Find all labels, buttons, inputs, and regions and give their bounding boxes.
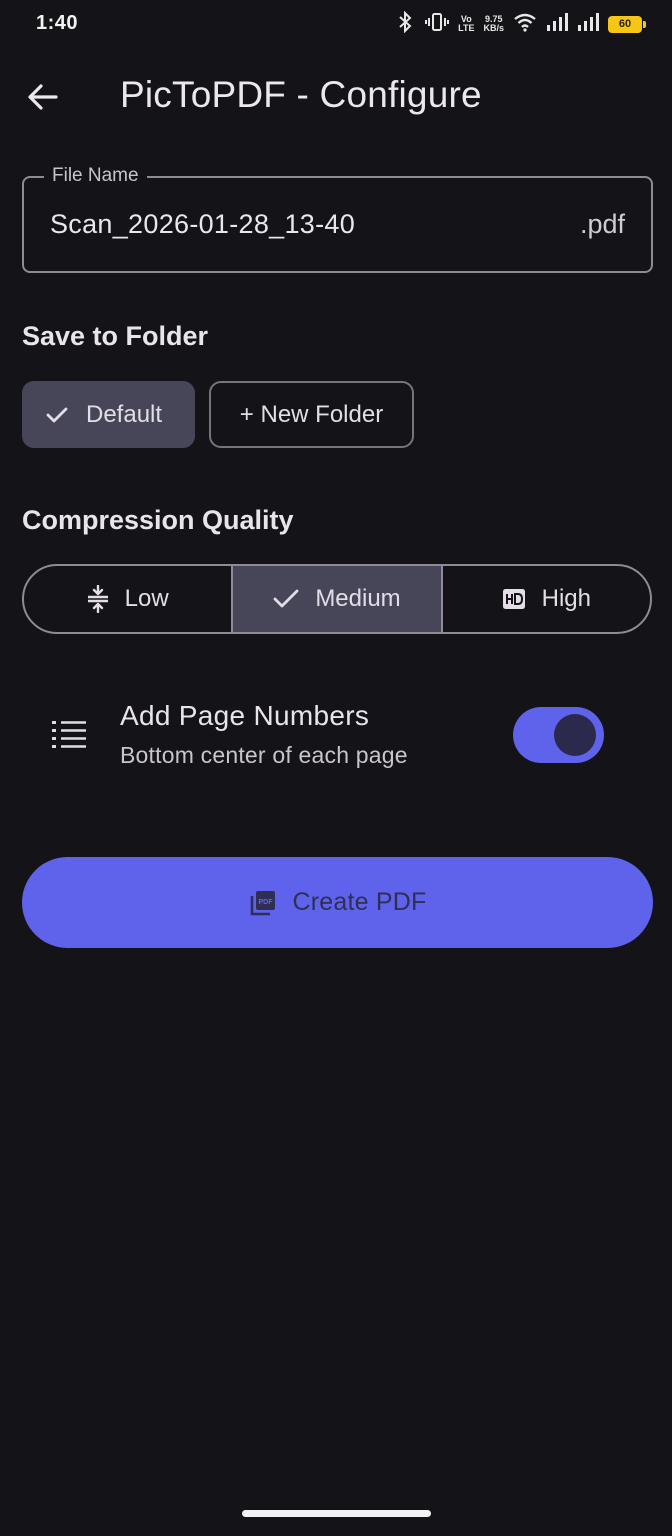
page-title: PicToPDF - Configure xyxy=(120,74,482,115)
battery-icon: 60 xyxy=(608,15,646,33)
vibrate-icon xyxy=(425,12,450,37)
wifi-icon xyxy=(513,12,537,37)
status-icons: Vo LTE 9.75 KB/s 60 xyxy=(396,10,646,38)
status-bar: 1:40 Vo LTE 9.75 KB/s 60 xyxy=(0,0,672,48)
page-numbers-toggle[interactable] xyxy=(513,707,604,763)
back-button[interactable] xyxy=(18,72,68,122)
page-numbers-subtitle: Bottom center of each page xyxy=(120,742,408,768)
compression-segmented-control: Low Medium High xyxy=(22,564,652,634)
compression-heading: Compression Quality xyxy=(22,505,294,535)
signal-icon xyxy=(546,12,568,36)
create-pdf-button[interactable]: PDF Create PDF xyxy=(22,857,653,948)
picture-as-pdf-icon: PDF xyxy=(250,890,275,915)
compression-option-medium[interactable]: Medium xyxy=(231,566,441,632)
arrow-back-icon xyxy=(28,84,58,110)
volte-icon: Vo LTE xyxy=(458,14,475,33)
folder-chip-label: Default xyxy=(86,400,163,428)
home-indicator[interactable] xyxy=(242,1510,431,1517)
compression-medium-label: Medium xyxy=(315,585,401,612)
app-bar: PicToPDF - Configure xyxy=(0,52,672,144)
compression-option-low[interactable]: Low xyxy=(24,566,231,632)
status-time: 1:40 xyxy=(36,12,79,34)
new-folder-label: + New Folder xyxy=(239,400,384,428)
compress-icon xyxy=(87,585,108,613)
bluetooth-icon xyxy=(396,10,416,38)
file-extension-suffix: .pdf xyxy=(579,209,625,239)
compression-option-high[interactable]: High xyxy=(440,566,650,632)
compression-high-label: High xyxy=(541,585,591,612)
check-icon xyxy=(273,589,299,608)
folder-chip-default[interactable]: Default xyxy=(22,381,195,448)
svg-text:PDF: PDF xyxy=(258,899,273,906)
hd-icon xyxy=(502,589,525,609)
save-folder-heading: Save to Folder xyxy=(22,321,209,351)
page-numbers-setting[interactable]: Add Page Numbers Bottom center of each p… xyxy=(0,690,672,790)
network-speed-unit: KB/s xyxy=(483,23,504,33)
toggle-knob xyxy=(554,714,596,756)
file-name-input[interactable]: Scan_2026-01-28_13-40 xyxy=(50,209,355,240)
network-speed: 9.75 KB/s xyxy=(483,15,504,33)
configure-screen: 1:40 Vo LTE 9.75 KB/s 60 PicToPDF - Conf… xyxy=(0,0,672,1536)
file-name-field[interactable]: File Name Scan_2026-01-28_13-40 .pdf xyxy=(22,165,653,273)
page-numbers-title: Add Page Numbers xyxy=(120,700,370,731)
check-icon xyxy=(46,407,68,422)
list-numbered-icon xyxy=(52,721,86,748)
compression-low-label: Low xyxy=(124,585,169,612)
file-name-label: File Name xyxy=(44,165,147,187)
signal-icon xyxy=(577,12,599,36)
new-folder-chip[interactable]: + New Folder xyxy=(209,381,414,448)
create-pdf-label: Create PDF xyxy=(292,888,427,916)
